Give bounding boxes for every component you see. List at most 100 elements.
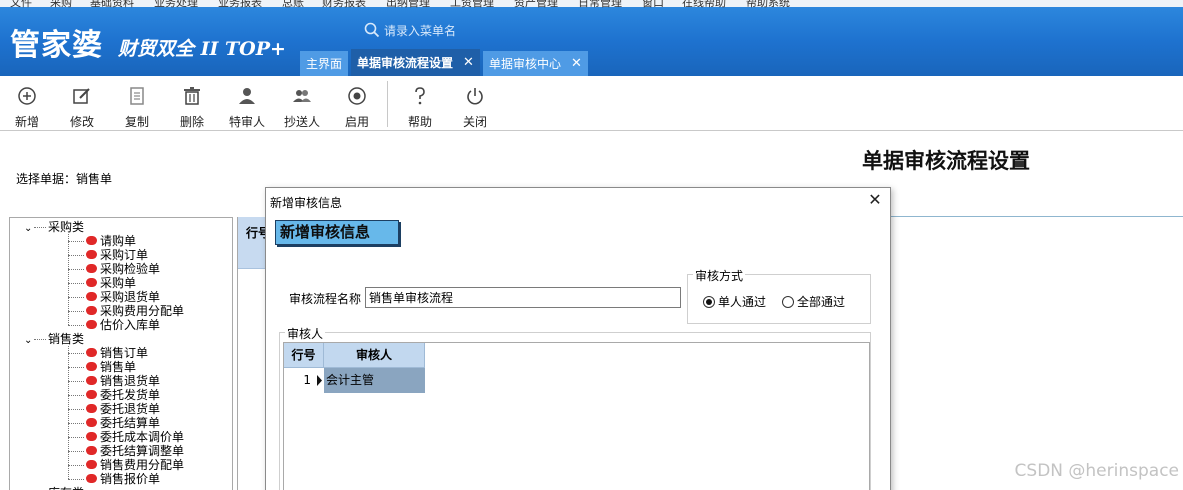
doc-status-icon [86,390,97,399]
add-label: 新增 [14,115,39,129]
menu-item[interactable]: 基础资料 [90,0,134,10]
menu-item[interactable]: 业务报表 [218,0,262,10]
close-icon[interactable]: ✕ [463,55,474,70]
tree-item[interactable]: 采购检验单 [68,262,160,276]
tree-category[interactable]: ⌄ 采购类 [24,220,84,234]
tree-connector [68,297,84,298]
close-icon[interactable]: ✕ [866,191,884,209]
tree-item[interactable]: 采购费用分配单 [68,304,184,318]
doc-status-icon [86,250,97,259]
doc-type-tree: ⌄ 采购类 请购单 采购订单 采购检验单 采购单 采购退货单 采购费用分配单 估价入库单 ⌄ 销售类… [9,217,233,490]
edit-button[interactable]: 修改 [62,76,102,131]
doc-status-icon [86,292,97,301]
tab-label: 单据审核流程设置 [357,56,454,70]
tree-item[interactable]: 估价入库单 [68,318,160,332]
mode-all-label: 全部通过 [797,295,846,309]
search-icon [364,22,380,38]
doc-status-icon [86,320,97,329]
menu-item[interactable]: 总账 [282,0,304,10]
review-mode-label: 审核方式 [693,267,746,284]
menu-item[interactable]: 工资管理 [450,0,494,10]
tree-item[interactable]: 销售报价单 [68,472,160,486]
doc-status-icon [86,404,97,413]
close-icon[interactable]: ✕ [571,56,582,71]
col-reviewer-header: 审核人 [324,343,425,368]
menu-item[interactable]: 文件 [10,0,32,10]
tree-item[interactable]: 委托结算调整单 [68,444,184,458]
edit-icon [73,88,90,104]
doc-status-icon [86,418,97,427]
cc-button[interactable]: 抄送人 [282,76,322,131]
tree-item-label: 采购订单 [100,248,149,262]
tree-connector [68,395,84,396]
menu-search[interactable]: 请录入菜单名 [364,19,456,41]
add-review-dialog: 新增审核信息 ✕ 新增审核信息 审核流程名称 审核方式 单人通过 全部通过 审核… [265,187,891,490]
menu-item[interactable]: 帮助系统 [746,0,790,10]
menu-item[interactable]: 财务报表 [322,0,366,10]
watermark: CSDN @herinspace [1014,461,1179,481]
enable-button[interactable]: 启用 [337,76,377,131]
users-icon [293,90,311,102]
tree-item[interactable]: 销售退货单 [68,374,160,388]
menu-item[interactable]: 资产管理 [514,0,558,10]
menu-item[interactable]: 出纳管理 [386,0,430,10]
doc-status-icon [86,432,97,441]
chevron-down-icon[interactable]: ⌄ [24,334,34,348]
add-button[interactable]: 新增 [7,76,47,131]
tree-item-label: 销售报价单 [100,472,161,486]
tree-item[interactable]: 委托发货单 [68,388,160,402]
menu-item[interactable]: 采购 [50,0,72,10]
select-doc-value: 销售单 [76,172,113,186]
tree-item[interactable]: 销售订单 [68,346,148,360]
tree-item[interactable]: 销售单 [68,360,136,374]
tree-category[interactable]: ⌄ 销售类 [24,332,84,346]
close-button[interactable]: 关闭 [455,76,495,131]
menu-item[interactable]: 业务处理 [154,0,198,10]
reviewer-cell[interactable]: 会计主管 [324,368,425,393]
delete-button[interactable]: 删除 [172,76,212,131]
menu-bar: 文件 采购 基础资料 业务处理 业务报表 总账 财务报表 出纳管理 工资管理 资产管理 日常管理 窗口… [0,0,1183,10]
tab-home[interactable]: 主界面 [300,51,349,76]
tree-connector [68,479,84,480]
mode-single-radio[interactable]: 单人通过 [703,293,766,310]
tree-connector [68,241,84,242]
tree-item[interactable]: 采购退货单 [68,290,160,304]
tree-connector [68,311,84,312]
doc-status-icon [86,446,97,455]
tree-item[interactable]: 请购单 [68,234,136,248]
tree-category-label: 采购类 [48,220,85,234]
tree-item-label: 销售订单 [100,346,149,360]
help-button[interactable]: 帮助 [400,76,440,131]
tab-approval-center[interactable]: 单据审核中心 ✕ [482,51,588,76]
help-label: 帮助 [407,115,432,129]
tree-item[interactable]: 采购单 [68,276,136,290]
mode-single-label: 单人通过 [718,295,767,309]
tab-approval-flow-settings[interactable]: 单据审核流程设置 ✕ [351,49,480,76]
doc-status-icon [86,306,97,315]
chevron-down-icon[interactable]: ⌄ [24,222,34,236]
radio-on-icon [348,87,366,105]
tree-item[interactable]: 委托退货单 [68,402,160,416]
tree-item-label: 采购检验单 [100,262,161,276]
tree-category[interactable]: ⌄库存类 [24,486,84,490]
special-reviewer-button[interactable]: 特审人 [227,76,267,131]
doc-status-icon [86,348,97,357]
tree-item[interactable]: 采购订单 [68,248,148,262]
flow-name-input[interactable] [365,287,681,308]
menu-item[interactable]: 窗口 [642,0,664,10]
mode-all-radio[interactable]: 全部通过 [782,293,845,310]
doc-status-icon [86,474,97,483]
tab-bar: 主界面 单据审核流程设置 ✕ 单据审核中心 ✕ [300,49,591,76]
tab-label: 单据审核中心 [488,57,561,71]
tree-connector [68,325,84,326]
tree-item-label: 采购费用分配单 [100,304,185,318]
copy-button[interactable]: 复制 [117,76,157,131]
tree-item-label: 销售单 [100,360,137,374]
tree-item[interactable]: 委托结算单 [68,416,160,430]
menu-item[interactable]: 在线帮助 [682,0,726,10]
tree-item[interactable]: 销售费用分配单 [68,458,184,472]
tree-item-label: 采购单 [100,276,137,290]
tree-item[interactable]: 委托成本调价单 [68,430,184,444]
menu-item[interactable]: 日常管理 [578,0,622,10]
search-placeholder[interactable]: 请录入菜单名 [384,22,456,39]
